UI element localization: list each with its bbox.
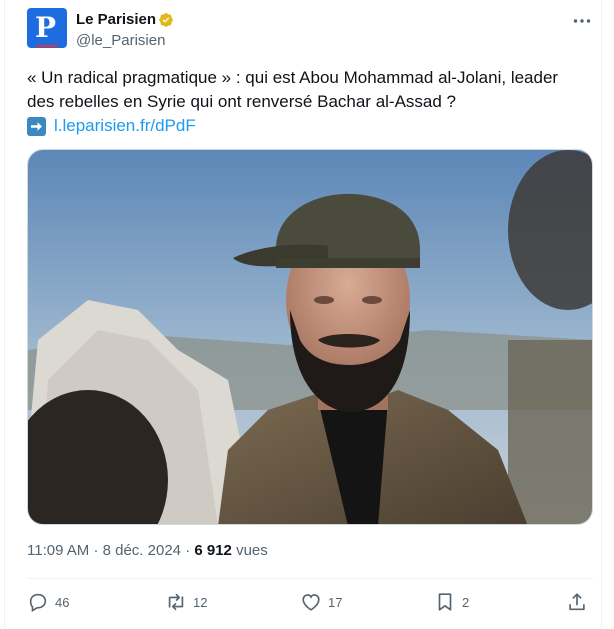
- tweet-time[interactable]: 11:09 AM: [27, 542, 89, 559]
- reply-button[interactable]: 46: [27, 591, 69, 613]
- meta-separator-2: ·: [185, 542, 191, 559]
- avatar-underline: [36, 45, 58, 47]
- views-count: 6 912: [194, 542, 232, 559]
- photo-image: [28, 150, 592, 524]
- arrow-right-icon: [27, 116, 46, 136]
- author-handle[interactable]: @le_Parisien: [76, 32, 165, 50]
- share-button[interactable]: [566, 591, 588, 613]
- repost-button[interactable]: 12: [165, 591, 207, 613]
- like-icon: [302, 594, 320, 611]
- reply-count: 46: [55, 594, 70, 610]
- more-options-button[interactable]: [571, 12, 593, 30]
- tweet-media-photo[interactable]: [27, 149, 593, 525]
- meta-separator: ·: [93, 542, 99, 559]
- author-name[interactable]: Le Parisien: [76, 11, 156, 29]
- bookmark-button[interactable]: 2: [434, 591, 469, 613]
- repost-count: 12: [193, 594, 208, 610]
- action-bar: 46 12 17 2: [27, 591, 593, 615]
- tweet-card: P Le Parisien @le_Parisien « Un radical …: [4, 0, 602, 629]
- tweet-text: « Un radical pragmatique » : qui est Abo…: [27, 68, 559, 111]
- like-button[interactable]: 17: [300, 591, 342, 613]
- link-row: l.leparisien.fr/dPdF: [27, 114, 196, 138]
- verified-badge-icon: [159, 13, 173, 27]
- bookmark-icon: [438, 593, 452, 611]
- repost-icon: [168, 593, 184, 611]
- share-icon: [569, 593, 585, 611]
- avatar-letter: P: [35, 11, 57, 44]
- bookmark-count: 2: [462, 594, 470, 610]
- more-options-icon: [573, 19, 591, 23]
- like-count: 17: [328, 594, 343, 610]
- tweet-date[interactable]: 8 déc. 2024: [103, 542, 181, 559]
- divider: [27, 578, 593, 579]
- avatar[interactable]: P: [27, 8, 67, 48]
- reply-icon: [29, 593, 47, 612]
- tweet-link[interactable]: l.leparisien.fr/dPdF: [54, 116, 196, 136]
- tweet-meta: 11:09 AM · 8 déc. 2024 · 6 912 vues: [27, 542, 268, 559]
- views-label: vues: [236, 542, 268, 559]
